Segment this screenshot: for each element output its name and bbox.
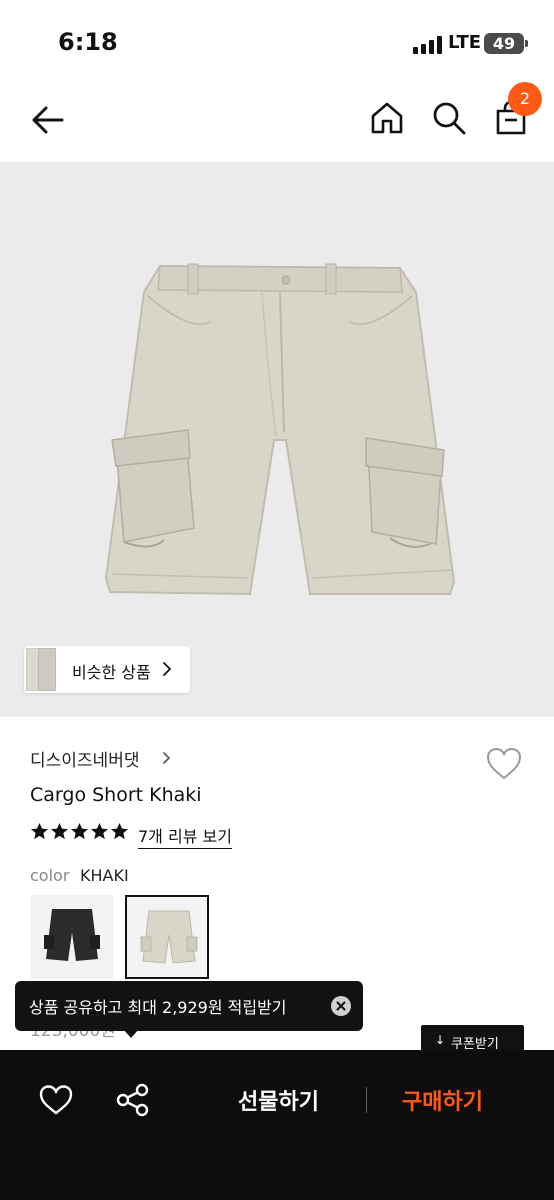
review-link[interactable]: 7개 리뷰 보기 xyxy=(138,823,232,849)
star-icon xyxy=(30,822,49,840)
product-title: Cargo Short Khaki xyxy=(30,784,202,806)
gift-button[interactable]: 선물하기 xyxy=(238,1084,319,1116)
heart-icon[interactable] xyxy=(484,744,524,784)
star-icon xyxy=(50,822,69,840)
close-icon[interactable] xyxy=(331,996,351,1016)
color-value: KHAKI xyxy=(80,866,129,885)
battery-icon: 49 xyxy=(484,33,528,54)
product-image[interactable]: 비슷한 상품 xyxy=(0,162,554,717)
star-icon xyxy=(110,822,129,840)
color-swatch-black[interactable] xyxy=(30,895,114,979)
color-swatch-khaki[interactable] xyxy=(125,895,209,979)
home-icon[interactable] xyxy=(368,99,406,137)
chevron-right-icon xyxy=(163,662,171,676)
tooltip-text: 상품 공유하고 최대 2,929원 적립받기 xyxy=(29,998,287,1017)
share-reward-tooltip: 상품 공유하고 최대 2,929원 적립받기 xyxy=(15,981,363,1038)
cart-count-badge: 2 xyxy=(508,82,542,116)
heart-icon[interactable] xyxy=(38,1082,74,1118)
rating-stars xyxy=(30,822,129,844)
tooltip-arrow xyxy=(123,1029,139,1038)
search-icon[interactable] xyxy=(430,99,468,137)
brand-link[interactable]: 디스이즈네버댓 xyxy=(30,746,139,771)
khaki-shorts-thumbnail xyxy=(140,910,198,964)
down-arrow-icon: ↓ xyxy=(435,1033,446,1047)
cargo-shorts-image xyxy=(104,263,456,596)
color-label: color xyxy=(30,866,70,885)
buy-button[interactable]: 구매하기 xyxy=(402,1084,483,1116)
star-icon xyxy=(70,822,89,840)
bottom-action-bar: 선물하기 구매하기 xyxy=(0,1050,554,1200)
back-arrow-icon[interactable] xyxy=(28,100,68,140)
similar-products-button[interactable]: 비슷한 상품 xyxy=(24,646,190,693)
status-bar: 6:18 LTE 49 xyxy=(0,0,554,82)
black-shorts-thumbnail xyxy=(44,909,100,961)
signal-icon xyxy=(413,36,443,54)
network-type: LTE xyxy=(448,32,482,53)
similar-products-label: 비슷한 상품 xyxy=(72,663,151,682)
top-nav: 2 xyxy=(0,82,554,162)
similar-product-thumbnails xyxy=(24,646,56,693)
chevron-right-icon xyxy=(163,752,170,764)
divider xyxy=(366,1087,367,1113)
star-icon xyxy=(90,822,109,840)
share-icon[interactable] xyxy=(115,1082,151,1118)
status-time: 6:18 xyxy=(58,28,118,56)
